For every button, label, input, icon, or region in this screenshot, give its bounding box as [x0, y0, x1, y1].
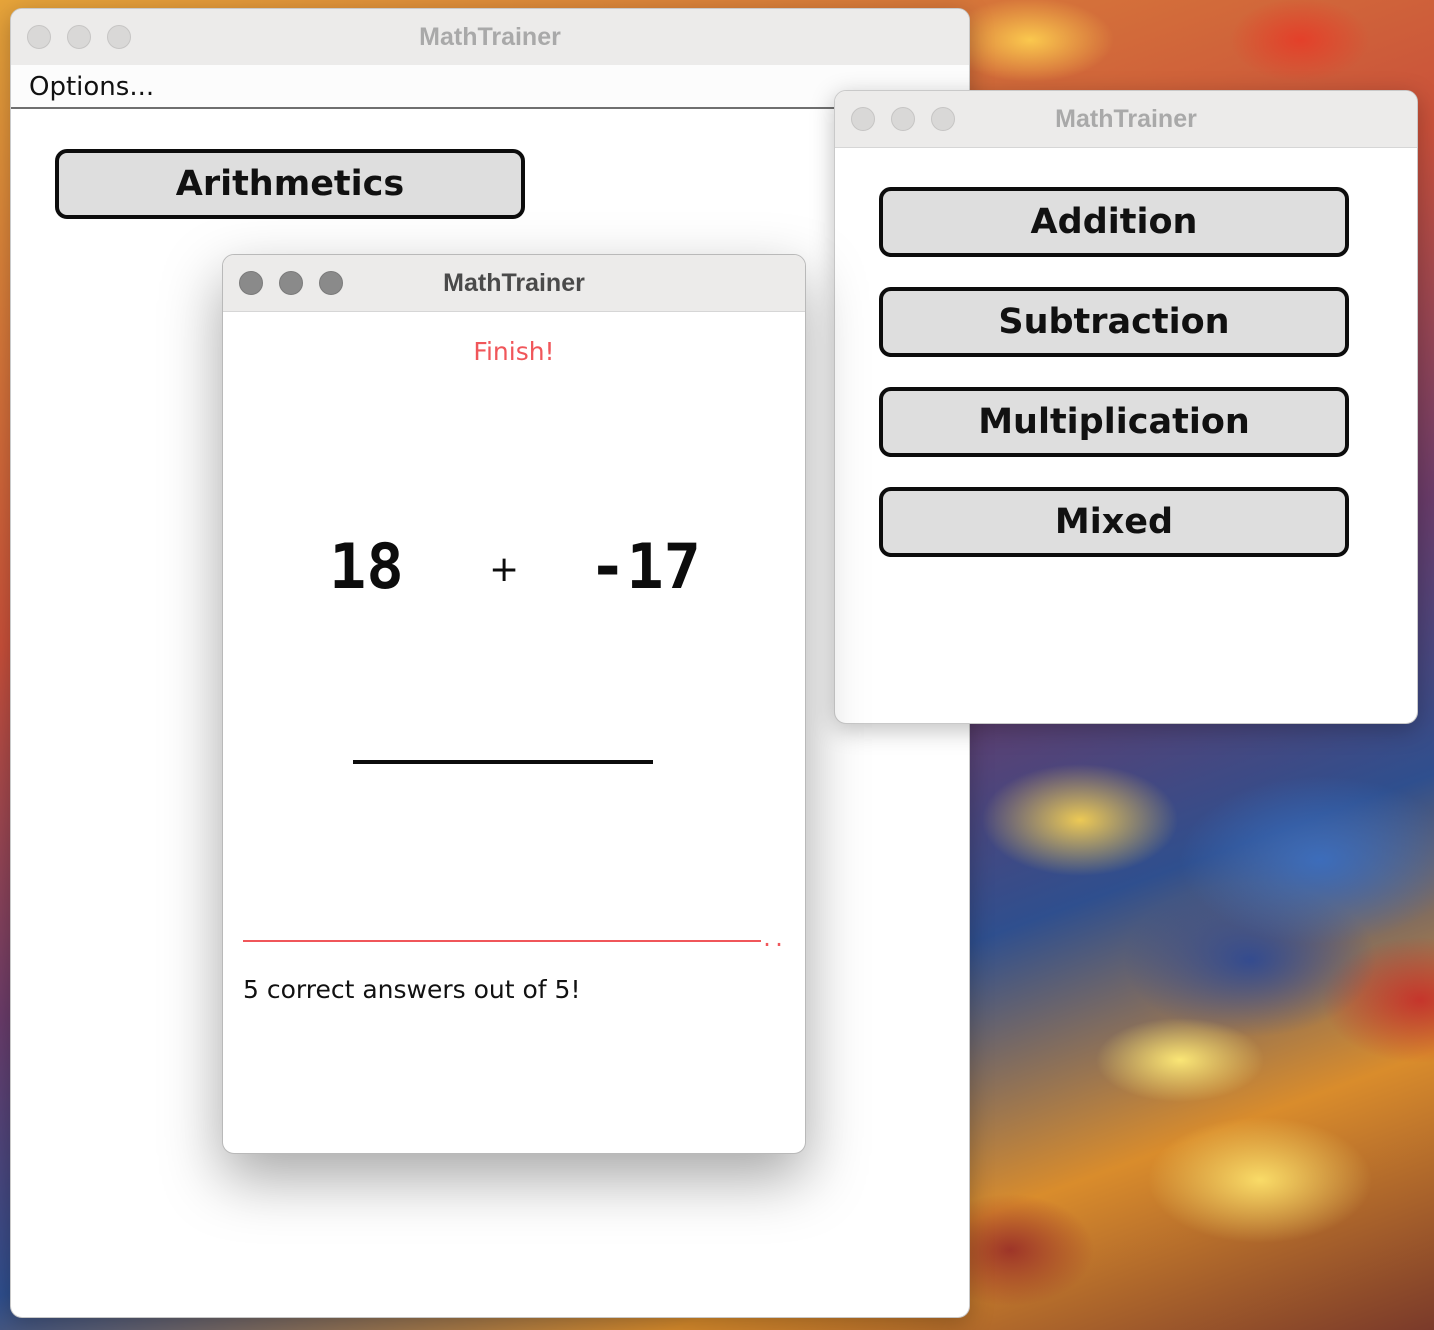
arithmetics-button[interactable]: Arithmetics — [55, 149, 525, 219]
addition-button[interactable]: Addition — [879, 187, 1349, 257]
status-label: Finish! — [473, 337, 555, 366]
window-title: MathTrainer — [1055, 105, 1197, 133]
divider-ellipsis: ... — [761, 927, 781, 951]
quiz-window: MathTrainer Finish! 18 + -17 ... 5 corre… — [222, 254, 806, 1154]
quiz-window-titlebar[interactable]: MathTrainer — [223, 255, 805, 312]
subtraction-button[interactable]: Subtraction — [879, 287, 1349, 357]
operations-window-titlebar[interactable]: MathTrainer — [835, 91, 1417, 148]
main-window-titlebar[interactable]: MathTrainer — [11, 9, 969, 66]
mixed-button[interactable]: Mixed — [879, 487, 1349, 557]
multiplication-button[interactable]: Multiplication — [879, 387, 1349, 457]
menu-bar: Options... — [11, 65, 969, 109]
operator-symbol: + — [489, 549, 520, 590]
left-operand: 18 — [329, 530, 404, 603]
options-menu[interactable]: Options... — [29, 69, 154, 105]
progress-divider: ... — [243, 927, 781, 951]
score-label: 5 correct answers out of 5! — [243, 975, 581, 1004]
window-title: MathTrainer — [419, 23, 561, 51]
window-title: MathTrainer — [443, 269, 585, 297]
right-operand: -17 — [589, 530, 701, 603]
operations-window: MathTrainer Addition Subtraction Multipl… — [834, 90, 1418, 724]
answer-field[interactable] — [353, 760, 653, 764]
